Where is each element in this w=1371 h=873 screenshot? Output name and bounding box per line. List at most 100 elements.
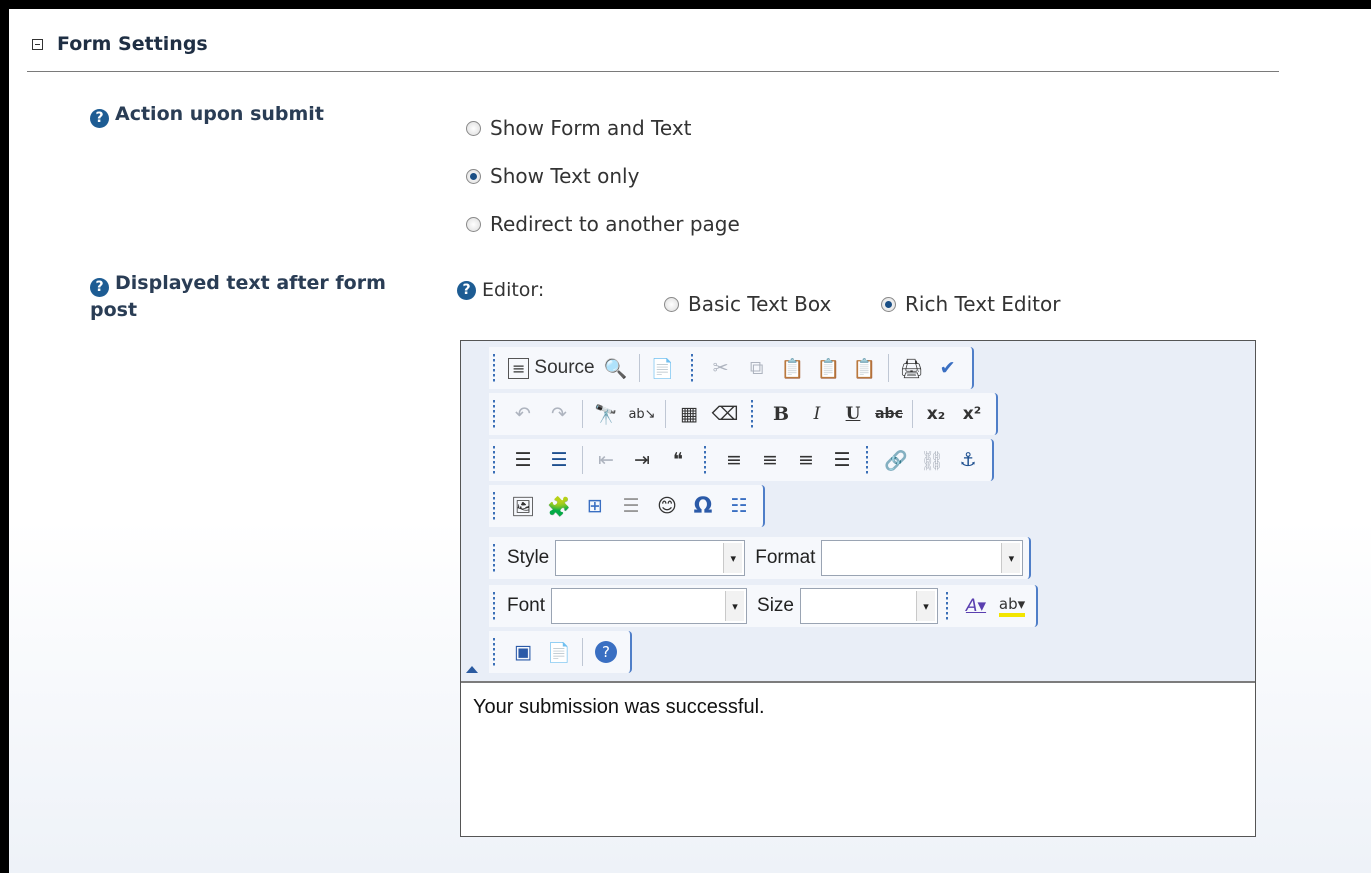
table-button[interactable]: ⊞ xyxy=(580,491,610,521)
templates-button[interactable]: 📄 xyxy=(648,353,678,383)
background-color-button[interactable]: ab▾ xyxy=(997,591,1027,621)
radio-label: Redirect to another page xyxy=(490,212,740,236)
paste-word-button[interactable]: 📋 xyxy=(850,353,880,383)
radio-show-text-only[interactable]: Show Text only xyxy=(466,164,639,188)
font-dropdown[interactable]: ▾ xyxy=(551,588,748,624)
maximize-button[interactable]: ▣ xyxy=(508,637,538,667)
smiley-button[interactable]: 😊 xyxy=(652,491,682,521)
toolbar-grip[interactable] xyxy=(704,446,706,474)
paste-text-button[interactable]: 📋 xyxy=(814,353,844,383)
editor-content[interactable]: Your submission was successful. xyxy=(473,696,765,719)
toolbar-grip[interactable] xyxy=(493,544,495,572)
align-right-button[interactable]: ≡ xyxy=(791,445,821,475)
align-left-button[interactable]: ≡ xyxy=(719,445,749,475)
toolbar-grip[interactable] xyxy=(493,638,495,666)
copy-button[interactable]: ⧉ xyxy=(742,353,772,383)
align-center-button[interactable]: ≡ xyxy=(755,445,785,475)
toolbar-grip[interactable] xyxy=(946,592,948,620)
help-icon[interactable]: ? xyxy=(90,278,109,297)
toolbar-grip[interactable] xyxy=(493,492,495,520)
image-button[interactable]: 🖼 xyxy=(508,491,538,521)
undo-button[interactable]: ↶ xyxy=(508,399,538,429)
page-break-button[interactable]: ☷ xyxy=(724,491,754,521)
help-icon[interactable]: ? xyxy=(90,109,109,128)
toolbar-grip[interactable] xyxy=(493,446,495,474)
chevron-down-icon[interactable]: ▾ xyxy=(725,591,745,621)
flash-button[interactable]: 🧩 xyxy=(544,491,574,521)
toolbar-grip[interactable] xyxy=(493,592,495,620)
outdent-icon: ⇤ xyxy=(598,449,614,471)
unlink-icon: ⛓ xyxy=(919,449,945,472)
toolbar-grip[interactable] xyxy=(493,400,495,428)
special-char-button[interactable]: Ω xyxy=(688,491,718,521)
help-icon[interactable]: ? xyxy=(457,280,476,300)
bulleted-list-button[interactable]: ☰ xyxy=(544,445,574,475)
quote-icon: ❝ xyxy=(672,449,684,471)
size-dropdown[interactable]: ▾ xyxy=(800,588,938,624)
strikethrough-icon: abc xyxy=(875,406,903,422)
toolbar-grip[interactable] xyxy=(866,446,868,474)
align-right-icon: ≡ xyxy=(798,449,814,471)
indent-button[interactable]: ⇥ xyxy=(627,445,657,475)
chevron-down-icon[interactable]: ▾ xyxy=(1001,543,1021,573)
radio-button[interactable] xyxy=(466,168,481,184)
radio-button[interactable] xyxy=(466,216,481,232)
italic-button[interactable]: I xyxy=(802,399,832,429)
blockquote-button[interactable]: ❝ xyxy=(663,445,693,475)
radio-button[interactable] xyxy=(881,296,896,312)
numbered-list-button[interactable]: ☰ xyxy=(508,445,538,475)
show-blocks-icon: 📄 xyxy=(547,641,571,664)
remove-format-button[interactable]: ⌫ xyxy=(710,399,740,429)
style-dropdown[interactable]: ▾ xyxy=(555,540,746,576)
toolbar-grip[interactable] xyxy=(493,354,495,382)
spellcheck-button[interactable]: ✔ xyxy=(933,353,963,383)
toolbar-separator xyxy=(582,638,583,666)
paste-button[interactable]: 📋 xyxy=(778,353,808,383)
print-button[interactable]: 🖨 xyxy=(897,353,927,383)
radio-rich-text-editor[interactable]: Rich Text Editor xyxy=(881,292,1060,316)
radio-button[interactable] xyxy=(664,296,679,312)
align-left-icon: ≡ xyxy=(726,449,742,471)
redo-button[interactable]: ↷ xyxy=(544,399,574,429)
chevron-down-icon[interactable]: ▾ xyxy=(723,543,743,573)
show-blocks-button[interactable]: 📄 xyxy=(544,637,574,667)
link-button[interactable]: 🔗 xyxy=(881,445,911,475)
form-settings-header[interactable]: Form Settings xyxy=(32,33,208,55)
collapse-icon[interactable] xyxy=(32,38,43,50)
anchor-button[interactable]: ⚓ xyxy=(953,445,983,475)
format-label: Format xyxy=(755,547,816,568)
toolbar-grip[interactable] xyxy=(690,354,693,382)
replace-icon: ab↘ xyxy=(628,406,656,422)
select-all-button[interactable]: ▦ xyxy=(674,399,704,429)
font-label: Font xyxy=(507,595,546,616)
cut-button[interactable]: ✂ xyxy=(706,353,736,383)
strikethrough-button[interactable]: abc xyxy=(874,399,904,429)
displayed-text-label: ? Displayed text after form post xyxy=(90,272,386,321)
about-button[interactable]: ? xyxy=(591,637,621,667)
replace-button[interactable]: ab↘ xyxy=(627,399,657,429)
horizontal-rule-button[interactable]: ☰ xyxy=(616,491,646,521)
format-dropdown[interactable]: ▾ xyxy=(821,540,1024,576)
underline-button[interactable]: U xyxy=(838,399,868,429)
toolbar-collapse-icon[interactable] xyxy=(466,666,478,673)
find-button[interactable]: 🔭 xyxy=(591,399,621,429)
radio-redirect[interactable]: Redirect to another page xyxy=(466,212,740,236)
justify-button[interactable]: ☰ xyxy=(827,445,857,475)
outdent-button[interactable]: ⇤ xyxy=(591,445,621,475)
bold-button[interactable]: B xyxy=(766,399,796,429)
source-button[interactable]: ≡ Source xyxy=(508,353,595,383)
preview-button[interactable]: 🔍 xyxy=(601,353,631,383)
unlink-button[interactable]: ⛓ xyxy=(917,445,947,475)
preview-icon: 🔍 xyxy=(603,357,628,380)
radio-button[interactable] xyxy=(466,120,481,136)
toolbar-grip[interactable] xyxy=(751,400,753,428)
subscript-button[interactable]: x₂ xyxy=(921,399,951,429)
undo-icon: ↶ xyxy=(515,403,531,425)
chevron-down-icon[interactable]: ▾ xyxy=(916,591,935,621)
superscript-button[interactable]: x² xyxy=(957,399,987,429)
eraser-icon: ⌫ xyxy=(711,403,739,425)
radio-show-form-and-text[interactable]: Show Form and Text xyxy=(466,116,692,140)
radio-basic-text-box[interactable]: Basic Text Box xyxy=(664,292,831,316)
numbered-list-icon: ☰ xyxy=(514,449,532,471)
text-color-button[interactable]: A▾ xyxy=(961,591,991,621)
